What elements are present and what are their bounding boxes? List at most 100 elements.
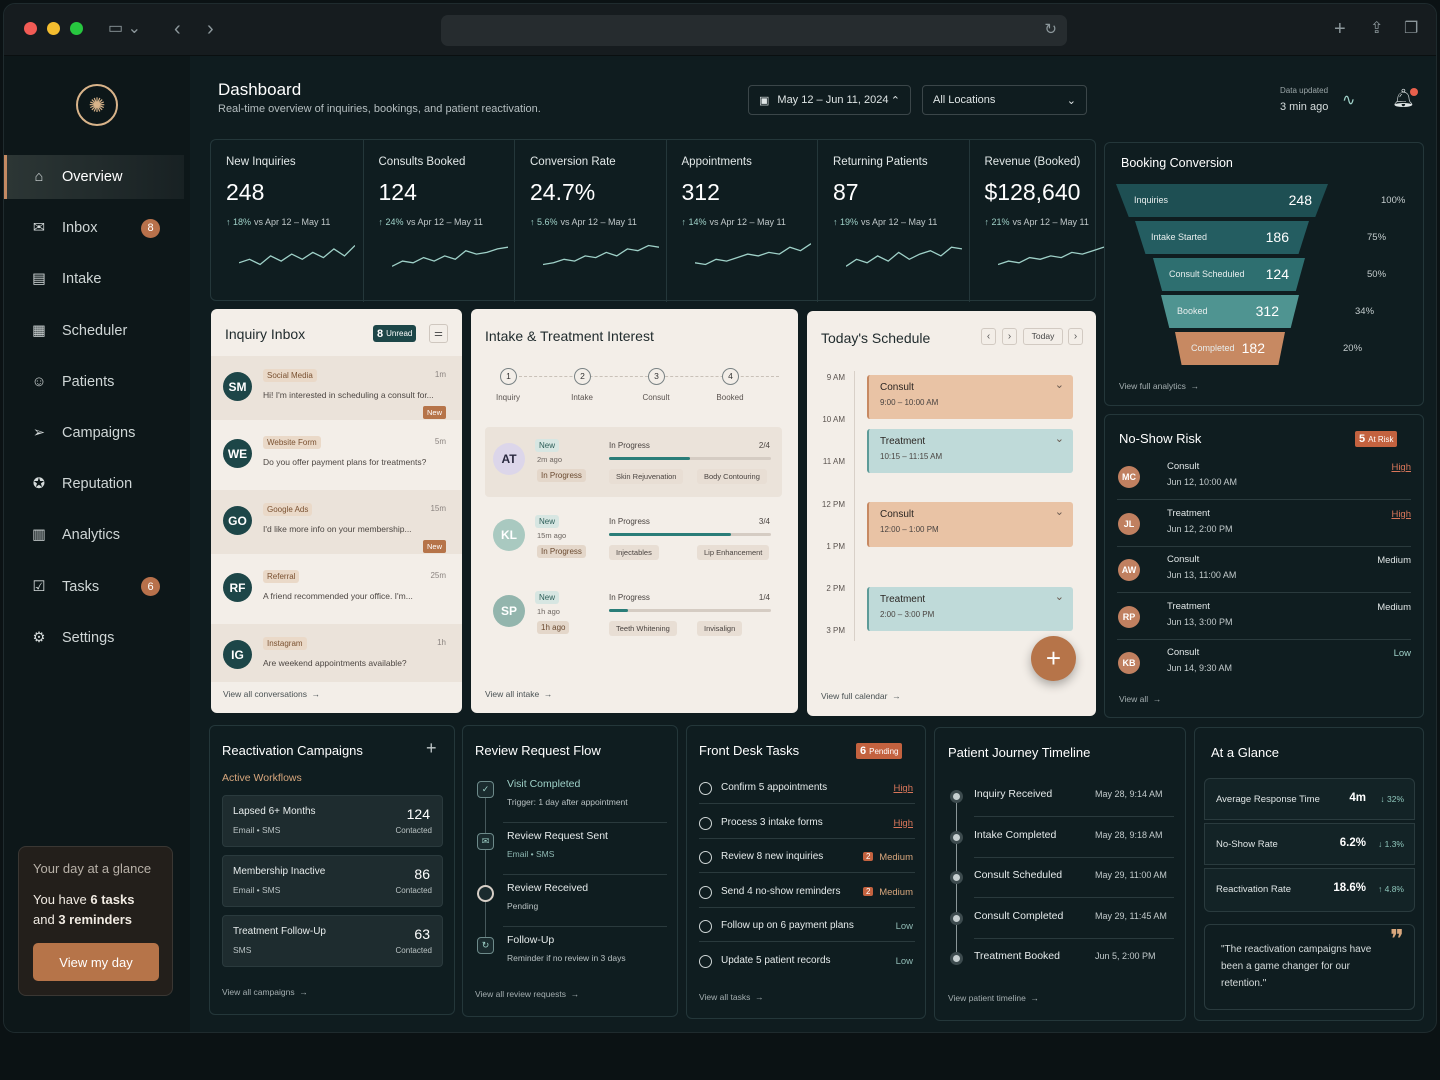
forward-icon[interactable]: › [207,18,214,40]
appointment-when: Jun 12, 10:00 AM [1167,477,1238,487]
view-all-conversations-link[interactable]: View all conversations → [223,689,320,699]
appointment-type: Consult [1167,461,1200,472]
share-icon[interactable]: ⇪ [1370,18,1383,40]
todays-schedule-card: Today's Schedule ‹ › Today › 9 AM 10 AM 11… [807,311,1096,716]
task-checkbox[interactable] [699,816,712,830]
prev-day-button[interactable]: ‹ [981,328,996,345]
intake-row[interactable]: KL New 15m ago In Progress In Progress 3/4 Inj… [485,503,782,573]
flow-connector [485,788,486,940]
inbox-message[interactable]: SM Social Media 1m Hi! I'm interested in sc… [211,356,462,420]
task-item[interactable]: Send 4 no-show reminders 2 Medium [699,883,915,911]
funnel-stage[interactable]: Completed 182 [1175,332,1285,365]
sidebar-item-settings[interactable]: ⚙ Settings [4,616,184,660]
inbox-message[interactable]: RF Referral 25m A friend recommended your o… [211,557,462,621]
funnel-stage[interactable]: Inquiries 248 [1116,184,1328,217]
schedule-event[interactable]: Consult 12:00 – 1:00 PM ⌄ [867,502,1073,547]
progress-count: 2/4 [758,441,770,450]
tabs-overview-icon[interactable]: ❐ [1404,18,1418,40]
today-button[interactable]: Today [1023,328,1063,345]
task-checkbox[interactable] [699,920,712,934]
sidebar-item-label: Inbox [62,220,98,237]
funnel-stage-value: 124 [1265,266,1289,282]
funnel-stage[interactable]: Consult Scheduled 124 [1153,258,1305,291]
kpi-label: Consults Booked [378,156,466,168]
close-window-button[interactable] [24,22,37,35]
task-item[interactable]: Process 3 intake forms High [699,814,915,842]
chevron-down-icon[interactable]: ⌄ [1055,505,1064,518]
inbox-message[interactable]: GO Google Ads 15m I'd like more info on you… [211,490,462,554]
notification-bell-icon[interactable]: 🔔︎ [1392,88,1418,109]
inbox-message[interactable]: WE Website Form 5m Do you offer payment pla… [211,423,462,487]
schedule-event[interactable]: Consult 9:00 – 10:00 AM ⌄ [867,375,1073,419]
sidebar-item-label: Scheduler [62,322,128,339]
task-checkbox[interactable] [699,782,712,795]
sidebar-item-patients[interactable]: ☺ Patients [4,360,184,404]
row-divider [699,872,915,874]
kpi-label: Appointments [681,156,752,168]
arrow-right-icon: → [1188,381,1200,391]
sidebar-item-overview[interactable]: ⌂ Overview [4,155,184,199]
task-checkbox[interactable] [699,885,712,899]
view-my-day-button[interactable]: View my day [33,943,159,981]
intake-row[interactable]: AT New 2m ago In Progress In Progress 2/4 Skin… [485,427,782,497]
minimize-window-button[interactable] [47,22,60,35]
address-bar[interactable]: ↻ [441,15,1067,46]
sidebar-item-campaigns[interactable]: ➢ Campaigns [4,411,184,455]
next-day-button[interactable]: › [1002,328,1017,345]
schedule-event[interactable]: Treatment 10:15 – 11:15 AM ⌄ [867,429,1073,473]
task-checkbox[interactable] [699,851,712,865]
task-checkbox[interactable] [699,955,712,968]
sidebar-item-intake[interactable]: ▤ Intake [4,257,184,301]
task-item[interactable]: Follow up on 6 payment plans Low [699,917,915,945]
status-tag: 1h ago [537,621,570,634]
funnel-stage-percent: 75% [1367,232,1387,243]
mail-icon: ✉ [477,833,494,850]
view-all-review-requests-link[interactable]: View all review requests → [475,989,579,999]
view-patient-timeline-link[interactable]: View patient timeline → [948,993,1039,1003]
journey-event: Inquiry Received [974,788,1053,800]
new-tab-icon[interactable]: + [1334,18,1346,40]
task-item[interactable]: Review 8 new inquiries 2 Medium [699,848,915,876]
view-all-intake-link[interactable]: View all intake → [485,689,552,699]
view-all-campaigns-link[interactable]: View all campaigns → [222,987,308,997]
date-range-picker[interactable]: ▣ May 12 – Jun 11, 2024 ⌃ [748,85,911,115]
filter-icon[interactable]: ⚌ [429,324,448,343]
task-item[interactable]: Confirm 5 appointments High [699,779,915,807]
journey-event: Consult Completed [974,909,1064,922]
intake-row[interactable]: SP New 1h ago 1h ago In Progress 1/4 Teeth Whi… [485,579,782,649]
funnel-stage[interactable]: Booked 312 [1161,295,1299,328]
expand-button[interactable]: › [1068,328,1083,345]
journey-event: Treatment Booked [974,950,1060,962]
sidebar-item-tasks[interactable]: ☑ Tasks 6 [4,565,184,609]
sidebar-item-analytics[interactable]: ▥ Analytics [4,513,184,557]
task-item[interactable]: Update 5 patient records Low [699,952,915,980]
campaign-item[interactable]: Lapsed 6+ Months Email • SMS 124 Contacted [222,795,443,847]
view-full-analytics-link[interactable]: View full analytics → [1119,381,1199,391]
maximize-window-button[interactable] [70,22,83,35]
funnel-stage-value: 182 [1241,340,1265,356]
source-tag: Referral [263,570,300,583]
campaign-item[interactable]: Membership Inactive Email • SMS 86 Contacte… [222,855,443,907]
sidebar-toggle-icon[interactable]: ▭ ⌄ [108,18,141,40]
sidebar-item-reputation[interactable]: ✪ Reputation [4,462,184,506]
trend-up-icon: ↑ [833,217,841,227]
view-all-noshow-link[interactable]: View all → [1119,694,1161,704]
back-icon[interactable]: ‹ [174,18,181,40]
sidebar-item-scheduler[interactable]: ▦ Scheduler [4,309,184,353]
avatar: AW [1118,559,1140,581]
view-full-calendar-link[interactable]: View full calendar → [821,691,901,701]
add-campaign-button[interactable]: + [426,738,437,759]
schedule-event[interactable]: Treatment 2:00 – 3:00 PM ⌄ [867,587,1073,631]
chevron-down-icon[interactable]: ⌄ [1055,432,1064,445]
location-select[interactable]: All Locations ⌄ [922,85,1087,115]
inbox-message[interactable]: IG Instagram 1h Are weekend appointments av… [211,624,462,682]
funnel-stage[interactable]: Intake Started 186 [1135,221,1309,254]
sidebar-item-inbox[interactable]: ✉ Inbox 8 [4,206,184,250]
campaign-item[interactable]: Treatment Follow-Up SMS 63 Contacted [222,915,443,967]
event-type: Treatment [880,436,926,447]
chevron-down-icon[interactable]: ⌄ [1055,378,1064,391]
reload-icon[interactable]: ↻ [1044,20,1057,38]
add-appointment-button[interactable]: + [1031,636,1076,681]
view-all-tasks-link[interactable]: View all tasks → [699,992,764,1002]
chevron-down-icon[interactable]: ⌄ [1055,590,1064,603]
